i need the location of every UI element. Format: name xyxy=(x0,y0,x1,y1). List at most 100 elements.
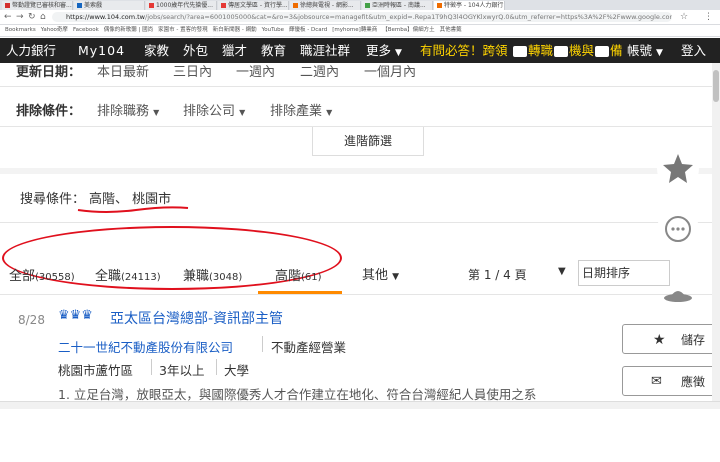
browser-tab[interactable]: 1000歲年代先搶優... xyxy=(146,1,217,10)
divider xyxy=(151,359,152,375)
ufo-icon[interactable] xyxy=(660,284,696,308)
browser-tab-label: 傳居文學區 - 資行學... xyxy=(228,2,288,9)
tab-favicon-icon xyxy=(77,3,82,8)
annotation-underline xyxy=(77,206,189,213)
exclude-industry-dropdown[interactable]: 排除產業 ▼ xyxy=(270,100,332,119)
nav-outsource[interactable]: 外包 xyxy=(183,38,208,63)
bookmark-item[interactable]: 輝優板 - Dcard xyxy=(289,25,327,36)
divider xyxy=(0,222,720,223)
location-text: 桃園市蘆竹區 xyxy=(58,363,134,378)
exclude-industry-label: 排除產業 xyxy=(270,104,323,119)
tab-fulltime-label: 全職 xyxy=(95,269,122,284)
person-icon xyxy=(513,46,527,57)
chat-bubble-icon xyxy=(665,216,691,242)
browser-tab[interactable]: 特徵亭 - 104人力銀行... xyxy=(434,1,505,10)
company-link[interactable]: 二十一世紀不動產股份有限公司 xyxy=(58,337,233,356)
bookmark-item[interactable]: 其他書籤 xyxy=(440,25,462,36)
update-option-today[interactable]: 本日最新 xyxy=(97,61,149,80)
job-title-link[interactable]: 亞太區台灣總部-資訊部主管 xyxy=(110,308,283,328)
save-button[interactable]: ★ 儲存 xyxy=(622,324,720,354)
menu-icon[interactable]: ⋮ xyxy=(704,12,713,22)
browser-tab[interactable]: 美索戲 xyxy=(74,1,145,10)
browser-tab[interactable]: 徐總與電視 - 網影... xyxy=(290,1,361,10)
favorites-button[interactable] xyxy=(657,148,699,190)
crown-icon: ♛♛♛ xyxy=(58,308,93,323)
browser-tab-label: 亞洲時報區 - 南議... xyxy=(372,2,426,9)
divider xyxy=(216,359,217,375)
save-label: 儲存 xyxy=(681,333,706,347)
promo-links[interactable]: 轉職 機與備 xyxy=(512,38,623,63)
tab-favicon-icon xyxy=(5,3,10,8)
account-menu[interactable]: 帳號 ▼ xyxy=(627,38,663,63)
bookmark-item[interactable]: Bookmarks xyxy=(5,25,36,36)
star-icon[interactable]: ☆ xyxy=(680,12,688,22)
star-icon: ★ xyxy=(653,332,666,348)
bookmark-item[interactable]: 【Bemba】偏細方土 xyxy=(382,25,434,36)
forward-icon[interactable]: → xyxy=(16,12,24,22)
bookmark-item[interactable]: 偶像的新歌聽 | 國尚 xyxy=(104,25,153,36)
tab-senior[interactable]: 高階(61) xyxy=(275,265,322,284)
star-icon xyxy=(663,154,693,183)
tab-fulltime[interactable]: 全職(24113) xyxy=(95,265,161,284)
nav-headhunt[interactable]: 獵才 xyxy=(222,38,247,63)
bookmark-item[interactable]: 家園市 - 置客的發現 xyxy=(158,25,207,36)
browser-tab[interactable]: 亞洲時報區 - 南議... xyxy=(362,1,433,10)
nav-education[interactable]: 教育 xyxy=(261,38,286,63)
bookmarks-bar: Bookmarks Yahoo奇摩 Facebook 偶像的新歌聽 | 國尚 家園市 -… xyxy=(0,25,720,37)
bookmark-item[interactable]: [myhome]轉業商 xyxy=(332,25,377,36)
vertical-scrollbar[interactable] xyxy=(712,63,720,401)
tab-all-count: (30558) xyxy=(35,272,75,283)
page-dropdown-caret-icon[interactable]: ▼ xyxy=(558,266,566,277)
bookmark-item[interactable]: YouTube xyxy=(262,25,284,36)
address-bar-row: ← → ↻ ⌂ https://www.104.com.tw/jobs/sear… xyxy=(0,10,720,25)
update-option-1week[interactable]: 一週內 xyxy=(236,61,275,80)
nav-my104[interactable]: My104 xyxy=(78,38,125,63)
sort-select[interactable]: 日期排序 xyxy=(578,260,670,286)
other-label: 其他 xyxy=(362,268,389,283)
browser-tab[interactable]: 幣勤證覽已審核和審... xyxy=(2,1,73,10)
tab-all[interactable]: 全部(30558) xyxy=(9,265,75,284)
bookmark-item[interactable]: 新白新聞器 - 網動 xyxy=(213,25,257,36)
url-path: /jobs/search/?area=6001005000&cat=&ro=3&… xyxy=(145,13,672,21)
update-option-2weeks[interactable]: 二週內 xyxy=(300,61,339,80)
caret-down-icon: ▼ xyxy=(656,48,663,58)
back-icon[interactable]: ← xyxy=(4,12,12,22)
advanced-filter-button[interactable]: 進階篩選 xyxy=(312,127,424,156)
browser-tab-strip: 幣勤證覽已審核和審... 美索戲 1000歲年代先搶優... 傳居文學區 - 資行學.… xyxy=(0,0,720,10)
experience-text: 3年以上 xyxy=(159,363,205,378)
exclude-company-dropdown[interactable]: 排除公司 ▼ xyxy=(183,100,245,119)
bookmark-item[interactable]: Yahoo奇摩 xyxy=(41,25,68,36)
exclude-job-dropdown[interactable]: 排除職務 ▼ xyxy=(97,100,159,119)
bookmark-item[interactable]: Facebook xyxy=(73,25,99,36)
nav-tutor[interactable]: 家教 xyxy=(144,38,169,63)
nav-more[interactable]: 更多 ▼ xyxy=(366,38,402,63)
browser-tab[interactable]: 傳居文學區 - 資行學... xyxy=(218,1,289,10)
update-option-1month[interactable]: 一個月內 xyxy=(364,61,416,80)
browser-tab-label: 1000歲年代先搶優... xyxy=(156,2,213,9)
tab-favicon-icon xyxy=(149,3,154,8)
home-icon[interactable]: ⌂ xyxy=(40,12,46,22)
chat-button[interactable] xyxy=(657,208,699,250)
divider xyxy=(0,294,720,295)
url-input[interactable]: https://www.104.com.tw/jobs/search/?area… xyxy=(52,12,672,22)
login-link[interactable]: 登入 xyxy=(681,38,706,63)
tab-parttime[interactable]: 兼職(3048) xyxy=(183,265,242,284)
brand-link[interactable]: 人力銀行 xyxy=(6,38,56,63)
browser-tab-label: 特徵亭 - 104人力銀行... xyxy=(444,2,505,9)
promo-text[interactable]: 有問必答！跨領 xyxy=(420,38,508,63)
url-host: https://www.104.com.tw xyxy=(66,13,146,21)
reload-icon[interactable]: ↻ xyxy=(28,12,36,22)
divider xyxy=(0,86,720,87)
vertical-scrollbar-thumb[interactable] xyxy=(713,70,719,102)
exclude-company-label: 排除公司 xyxy=(183,104,236,119)
browser-tab-label: 徐總與電視 - 網影... xyxy=(300,2,354,9)
tab-favicon-icon xyxy=(293,3,298,8)
tab-favicon-icon xyxy=(221,3,226,8)
update-option-3days[interactable]: 三日內 xyxy=(173,61,212,80)
horizontal-scrollbar[interactable] xyxy=(0,401,720,409)
site-nav: 人力銀行 My104 家教 外包 獵才 教育 職涯社群 更多 ▼ 有問必答！跨領… xyxy=(0,38,720,63)
apply-button[interactable]: ✉ 應徵 xyxy=(622,366,720,396)
other-dropdown[interactable]: 其他 ▼ xyxy=(362,264,399,283)
promo-item-2: 機與 xyxy=(569,43,595,58)
nav-career-community[interactable]: 職涯社群 xyxy=(300,38,350,63)
